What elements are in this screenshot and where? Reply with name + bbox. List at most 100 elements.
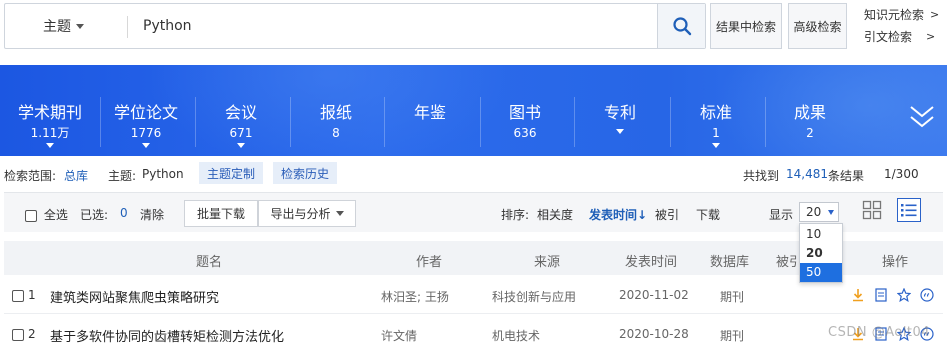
expand-chevron-icon[interactable]: [907, 103, 937, 131]
db-tab-achievements[interactable]: 成果 2: [770, 65, 850, 156]
list-view-button[interactable]: [897, 198, 921, 222]
divider: [100, 97, 101, 147]
html-read-icon[interactable]: [873, 287, 889, 303]
topic-label: 主题:: [108, 169, 137, 183]
row-authors[interactable]: 许文倩: [381, 327, 417, 344]
db-tab-standards[interactable]: 标准 1: [676, 65, 756, 156]
page-size-option-50[interactable]: 50: [800, 262, 842, 282]
divider: [480, 97, 481, 147]
search-input[interactable]: [143, 4, 653, 48]
caret-down-icon: [828, 210, 834, 215]
page-size-select[interactable]: 20: [799, 202, 839, 222]
db-tab-name: 报纸: [319, 103, 352, 122]
db-tab-count: 671: [229, 126, 253, 140]
row-date: 2020-11-02: [619, 288, 689, 302]
sort-cited-link[interactable]: 被引: [655, 206, 679, 223]
header-title: 题名: [196, 255, 223, 270]
page-indicator: 1/300: [884, 167, 919, 181]
row-checkbox[interactable]: [12, 288, 24, 302]
select-all-checkbox[interactable]: 全选: [25, 206, 68, 223]
page-size-value: 20: [806, 205, 822, 219]
search-field-select[interactable]: 主题: [5, 4, 127, 48]
row-title-link[interactable]: 基于多软件协同的齿槽转矩检测方法优化: [50, 326, 284, 345]
chevron-right-icon: >: [926, 30, 936, 43]
sort-date-label: 发表时间: [589, 208, 638, 222]
row-database: 期刊: [720, 329, 745, 343]
db-tab-count: 636: [513, 126, 537, 140]
scope-value[interactable]: 总库: [64, 167, 88, 184]
citation-search-link[interactable]: 引文检索 >: [864, 26, 947, 48]
row-source[interactable]: 科技创新与应用: [492, 288, 576, 305]
row-authors[interactable]: 林汨圣; 王扬: [381, 288, 449, 305]
header-actions: 操作: [882, 255, 909, 270]
search-box: 主题: [4, 3, 706, 49]
divider: [384, 97, 385, 147]
page-size-option-10[interactable]: 10: [800, 224, 842, 243]
favorite-star-icon[interactable]: [896, 287, 912, 303]
sort-date-link[interactable]: 发表时间↓: [589, 206, 647, 223]
db-tab-yearbooks[interactable]: 年鉴: [390, 65, 470, 156]
export-analyze-button[interactable]: 导出与分析: [258, 200, 356, 227]
row-actions: [850, 287, 935, 303]
db-tab-name: 学位论文: [113, 103, 178, 122]
db-tab-name: 专利: [603, 103, 636, 122]
search-links: 知识元检索 > 引文检索 >: [864, 4, 947, 48]
page-size-option-20[interactable]: 20: [800, 243, 842, 262]
batch-download-button[interactable]: 批量下载: [184, 200, 258, 227]
download-icon[interactable]: [850, 287, 866, 303]
row-title-link[interactable]: 建筑类网站聚焦爬虫策略研究: [50, 287, 219, 306]
divider: [127, 16, 128, 38]
grid-icon: [862, 200, 882, 220]
db-tab-count: 1776: [130, 126, 162, 140]
sort-download-link[interactable]: 下载: [696, 206, 720, 223]
chevron-right-icon: >: [930, 8, 940, 21]
caret-down-icon: [712, 143, 720, 148]
db-tab-conferences[interactable]: 会议 671: [201, 65, 281, 156]
checkbox-icon: [12, 328, 24, 341]
db-tab-journals[interactable]: 学术期刊 1.11万: [10, 65, 90, 156]
database-tabs: 学术期刊 1.11万 学位论文 1776 会议 671 报纸 8 年鉴 图书 6…: [0, 65, 947, 156]
db-tab-name: 图书: [508, 103, 541, 122]
row-index: 2: [28, 327, 36, 341]
divider: [765, 97, 766, 147]
db-tab-dissertations[interactable]: 学位论文 1776: [106, 65, 186, 156]
quote-icon[interactable]: [919, 287, 935, 303]
arrow-down-icon: ↓: [637, 208, 648, 222]
search-within-results-button[interactable]: 结果中检索: [710, 3, 782, 49]
search-button[interactable]: [657, 4, 705, 48]
caret-down-icon: [142, 143, 150, 148]
clear-selection-link[interactable]: 清除: [140, 206, 164, 223]
db-tab-books[interactable]: 图书 636: [485, 65, 565, 156]
select-all-label: 全选: [43, 208, 68, 222]
header-date: 发表时间: [625, 255, 678, 270]
search-history-button[interactable]: 检索历史: [273, 162, 337, 184]
sort-relevance-link[interactable]: 相关度: [537, 206, 573, 223]
checkbox-icon: [25, 209, 37, 222]
db-tab-patents[interactable]: 专利: [580, 65, 660, 156]
grid-view-button[interactable]: [860, 198, 884, 222]
caret-down-icon: [335, 211, 344, 216]
selected-count: 0: [120, 206, 128, 220]
custom-topic-button[interactable]: 主题定制: [199, 162, 263, 184]
table-row: 2 基于多软件协同的齿槽转矩检测方法优化 许文倩 机电技术 2020-10-28…: [4, 315, 943, 349]
checkbox-icon: [12, 289, 24, 302]
results-found-suffix: 条结果: [828, 169, 865, 183]
search-bar: 主题 结果中检索 高级检索 知识元检索> 引文检索>: [0, 0, 947, 65]
knowledge-search-label: 知识元检索: [864, 8, 925, 22]
db-tab-count: 8: [332, 126, 340, 140]
row-checkbox[interactable]: [12, 327, 24, 341]
db-tab-count: 1.11万: [30, 126, 70, 140]
search-field-label: 主题: [43, 19, 71, 35]
row-date: 2020-10-28: [619, 327, 689, 341]
divider: [670, 97, 671, 147]
db-tab-newspapers[interactable]: 报纸 8: [296, 65, 376, 156]
header-database: 数据库: [710, 255, 750, 270]
export-analyze-label: 导出与分析: [270, 207, 331, 221]
row-source[interactable]: 机电技术: [492, 327, 540, 344]
divider: [290, 97, 291, 147]
results-count: 14,481: [786, 167, 828, 181]
row-database: 期刊: [720, 290, 745, 304]
advanced-search-button[interactable]: 高级检索: [788, 3, 847, 49]
knowledge-search-link[interactable]: 知识元检索 >: [864, 4, 947, 26]
search-icon: [672, 17, 691, 36]
